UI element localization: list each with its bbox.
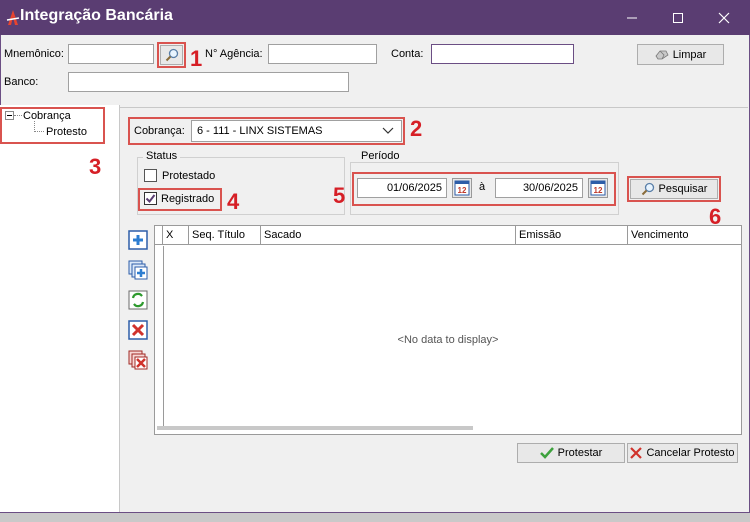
maximize-icon: [673, 12, 683, 23]
tree-panel: [0, 105, 120, 515]
calendar-icon[interactable]: 12: [588, 178, 608, 198]
registrado-checkbox[interactable]: [144, 192, 157, 205]
magnifier-icon: [165, 48, 178, 62]
content-divider: [120, 107, 748, 108]
periodo-end-input[interactable]: 30/06/2025: [495, 178, 583, 198]
periodo-start-input[interactable]: 01/06/2025: [357, 178, 447, 198]
grid-column-vencimento[interactable]: Vencimento: [628, 226, 741, 244]
window-title: Integração Bancária: [20, 7, 173, 24]
periodo-separator: à: [479, 181, 486, 193]
app-logo-icon: [6, 10, 20, 25]
annotation-5: 5: [333, 183, 346, 208]
title-bar: Integração Bancária: [0, 0, 750, 35]
banco-label: Banco:: [4, 76, 39, 88]
banco-input[interactable]: [68, 72, 349, 92]
tree-item-protesto[interactable]: Protesto: [46, 126, 87, 138]
close-icon: [718, 12, 730, 23]
conta-label: Conta:: [391, 48, 424, 60]
close-button[interactable]: [701, 0, 747, 35]
status-group-title: Status: [143, 150, 181, 162]
chevron-down-icon[interactable]: [382, 127, 394, 135]
annotation-2: 2: [410, 116, 423, 141]
tree-item-cobranca[interactable]: Cobrança: [23, 110, 71, 122]
annotation-4: 4: [227, 189, 240, 214]
pesquisar-button[interactable]: Pesquisar: [630, 179, 718, 199]
mnemonico-input[interactable]: [68, 44, 154, 64]
annotation-1: 1: [190, 46, 203, 71]
cancelar-protesto-button[interactable]: Cancelar Protesto: [627, 443, 738, 463]
annotation-3: 3: [89, 154, 102, 179]
delete-icon[interactable]: [128, 320, 148, 340]
add-multiple-icon[interactable]: [128, 260, 148, 280]
eraser-icon: [655, 50, 669, 59]
cobranca-label: Cobrança:: [134, 125, 185, 137]
cobranca-selected-value: 6 - 111 - LINX SISTEMAS: [197, 125, 323, 137]
grid-column-sacado[interactable]: Sacado: [261, 226, 516, 244]
protestar-label: Protestar: [557, 447, 603, 459]
protestar-button[interactable]: Protestar: [517, 443, 625, 463]
grid-indicator-column: [155, 226, 163, 244]
pesquisar-label: Pesquisar: [658, 183, 708, 195]
x-icon: [630, 447, 643, 459]
tree-connector: [34, 131, 44, 132]
conta-input[interactable]: [431, 44, 574, 64]
mnemonico-search-button[interactable]: [160, 45, 183, 65]
minimize-button[interactable]: [609, 0, 655, 35]
svg-text:12: 12: [594, 186, 603, 195]
horizontal-scrollbar[interactable]: [157, 426, 473, 430]
grid-header: X Seq. Título Sacado Emissão Vencimento: [155, 226, 741, 245]
tree-collapse-icon[interactable]: [5, 111, 14, 120]
registrado-label: Registrado: [161, 193, 215, 205]
delete-multiple-icon[interactable]: [128, 350, 148, 370]
refresh-icon[interactable]: [128, 290, 148, 310]
check-icon: [539, 447, 554, 459]
agencia-label: N° Agência:: [205, 48, 263, 60]
periodo-group-title: Período: [358, 150, 403, 162]
minimize-icon: [627, 17, 637, 18]
cobranca-select[interactable]: 6 - 111 - LINX SISTEMAS: [191, 120, 402, 142]
grid-empty-text: <No data to display>: [397, 334, 499, 346]
protestado-label: Protestado: [162, 170, 216, 182]
maximize-button[interactable]: [655, 0, 701, 35]
agencia-input[interactable]: [268, 44, 377, 64]
limpar-label: Limpar: [672, 48, 707, 61]
limpar-button[interactable]: Limpar: [637, 44, 724, 65]
tree-connector: [14, 115, 22, 116]
grid-column-x[interactable]: X: [163, 226, 189, 244]
protestado-checkbox[interactable]: [144, 169, 157, 182]
magnifier-icon: [641, 182, 654, 196]
svg-text:12: 12: [458, 186, 467, 195]
grid-column-seq-titulo[interactable]: Seq. Título: [189, 226, 261, 244]
checkmark-icon: [145, 194, 156, 204]
add-icon[interactable]: [128, 230, 148, 250]
grid-column-emissao[interactable]: Emissão: [516, 226, 628, 244]
mnemonico-label: Mnemônico:: [4, 48, 64, 60]
results-grid[interactable]: X Seq. Título Sacado Emissão Vencimento …: [154, 225, 742, 435]
cancelar-protesto-label: Cancelar Protesto: [646, 447, 735, 459]
calendar-icon[interactable]: 12: [452, 178, 472, 198]
